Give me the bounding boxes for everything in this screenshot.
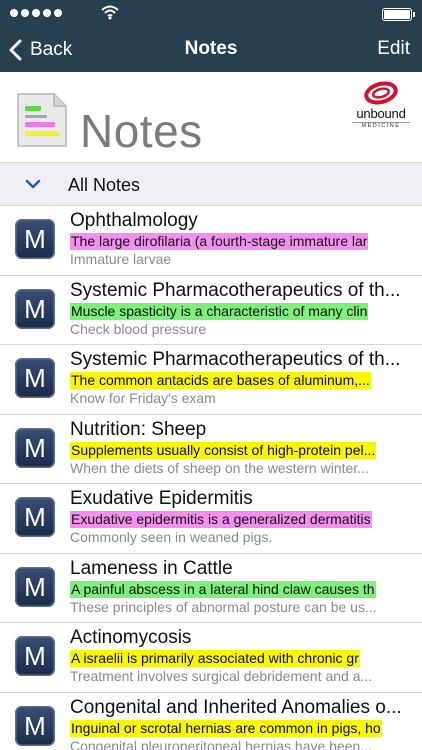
note-subtitle: Commonly seen in weaned pigs. [70,529,273,545]
status-bar [0,0,422,28]
merck-m-icon: M [15,358,55,398]
note-subtitle: When the diets of sheep on the western w… [70,459,369,476]
note-subtitle: Treatment involves surgical debridement … [70,668,373,684]
note-subtitle: Immature larvae [70,251,172,267]
note-highlight: Exudative epidermitis is a generalized d… [70,511,372,528]
merck-m-icon: M [15,566,55,607]
note-row[interactable]: M Congenital and Inherited Anomalies o..… [0,692,422,750]
wifi-icon [101,5,119,20]
merck-m-icon: M [15,427,55,468]
note-row[interactable]: M Nutrition: Sheep Supplements usually c… [0,414,422,484]
note-row[interactable]: M Lameness in Cattle A painful abscess i… [0,553,422,623]
logo-name: unbound [356,106,406,121]
note-subtitle: Check blood pressure [70,320,207,337]
navigation-bar: Back Notes Edit [0,28,422,72]
note-highlight: The large dirofilaria (a fourth-stage im… [70,233,369,250]
note-title: Congenital and Inherited Anomalies o... [70,696,402,718]
note-row[interactable]: M Ophthalmology The large dirofilaria (a… [0,206,422,276]
logo-swirl-icon [364,81,398,105]
merck-m-icon: M [15,288,55,329]
note-subtitle: These principles of abnormal posture can… [70,598,377,615]
notes-icon [17,93,67,147]
page-header: Notes unbound MEDICINE [0,72,422,162]
note-highlight: A israelii is primarily associated with … [70,650,360,667]
note-title: Lameness in Cattle [70,557,233,579]
note-row[interactable]: M Systemic Pharmacotherapeutics of th...… [0,345,422,415]
all-notes-section-header[interactable]: All Notes [0,162,422,206]
note-highlight: Inguinal or scrotal hernias are common i… [70,719,382,737]
unbound-medicine-logo: unbound MEDICINE [352,80,410,129]
note-title: Actinomycosis [70,627,192,648]
signal-dots-icon [10,9,62,17]
edit-button[interactable]: Edit [377,38,410,60]
note-highlight: Muscle spasticity is a characteristic of… [70,302,369,320]
notes-list: M Ophthalmology The large dirofilaria (a… [0,206,422,750]
merck-m-icon: M [15,497,55,537]
note-title: Ophthalmology [70,210,198,231]
page-title: Notes [80,105,203,157]
note-highlight: The common antacids are bases of aluminu… [70,372,371,389]
note-row[interactable]: M Systemic Pharmacotherapeutics of th...… [0,275,422,345]
note-title: Exudative Epidermitis [70,488,253,509]
merck-m-icon: M [15,705,55,746]
merck-m-icon: M [15,636,55,676]
note-highlight: Supplements usually consist of high-prot… [70,441,377,459]
note-title: Nutrition: Sheep [70,418,207,440]
note-highlight: A painful abscess in a lateral hind claw… [70,580,376,598]
section-label: All Notes [68,175,141,195]
logo-subtitle: MEDICINE [352,122,410,129]
note-subtitle: Know for Friday's exam [70,390,216,406]
merck-m-icon: M [15,219,55,259]
note-subtitle: Congenital pleuroperitoneal hernias have… [70,737,372,750]
battery-icon [382,8,415,21]
chevron-down-icon [25,179,41,189]
nav-title: Notes [184,38,238,59]
note-title: Systemic Pharmacotherapeutics of th... [70,349,401,370]
note-row[interactable]: M Exudative Epidermitis Exudative epider… [0,484,422,554]
note-title: Systemic Pharmacotherapeutics of th... [70,279,401,301]
note-row[interactable]: M Actinomycosis A israelii is primarily … [0,623,422,693]
